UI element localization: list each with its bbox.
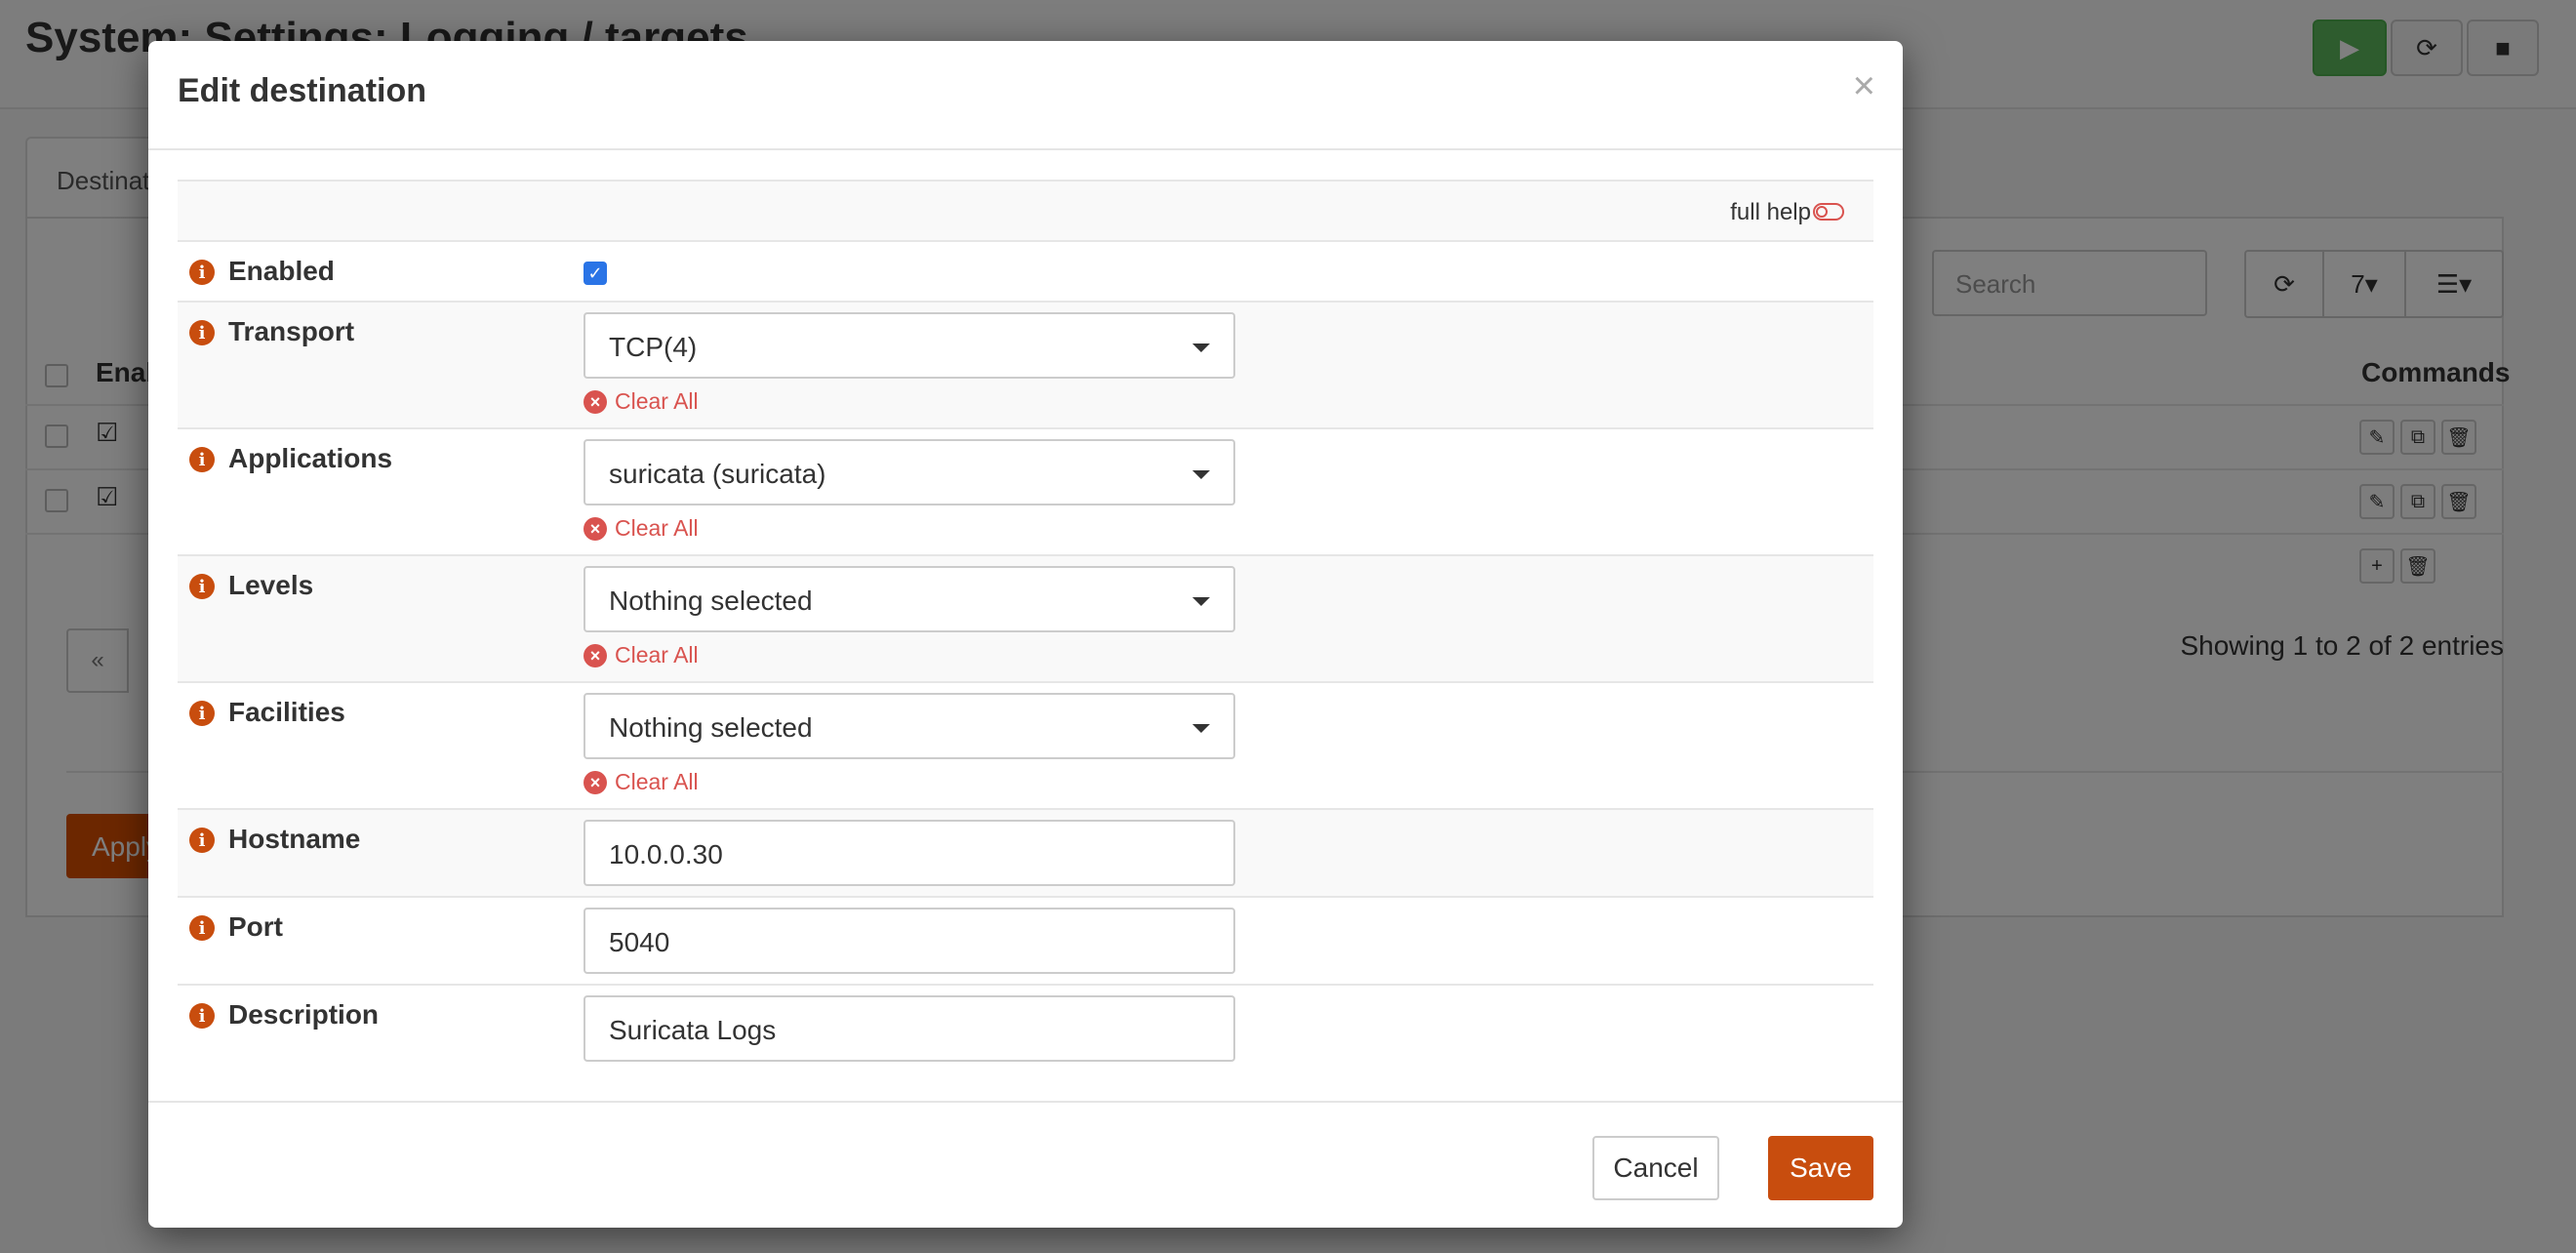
info-icon[interactable]: i — [189, 320, 215, 345]
full-help-toggle[interactable] — [1813, 203, 1844, 221]
info-icon[interactable]: i — [189, 260, 215, 285]
hostname-input[interactable]: 10.0.0.30 — [584, 820, 1235, 886]
description-input[interactable]: Suricata Logs — [584, 995, 1235, 1062]
modal-header: Edit destination × — [148, 41, 1903, 150]
caret-down-icon — [1192, 344, 1210, 352]
close-icon[interactable]: × — [1853, 66, 1875, 105]
field-row-port: i Port 5040 — [178, 898, 1873, 986]
applications-clear-all[interactable]: × Clear All — [584, 515, 699, 542]
times-circle-icon: × — [584, 770, 607, 794]
full-help-label: full help — [1730, 199, 1811, 225]
field-label: Facilities — [228, 697, 345, 727]
info-icon[interactable]: i — [189, 574, 215, 599]
levels-clear-all[interactable]: × Clear All — [584, 642, 699, 668]
facilities-select[interactable]: Nothing selected — [584, 693, 1235, 759]
caret-down-icon — [1192, 470, 1210, 479]
full-help-row: full help — [178, 180, 1873, 242]
field-label: Hostname — [228, 824, 361, 854]
field-label: Levels — [228, 570, 314, 600]
edit-destination-dialog: Edit destination × full help i Enabled ✓… — [148, 41, 1903, 1228]
info-icon[interactable]: i — [189, 828, 215, 853]
form-table: full help i Enabled ✓ i Transport TCP(4)… — [178, 180, 1873, 1073]
field-label: Description — [228, 999, 380, 1030]
field-label: Applications — [228, 443, 393, 473]
times-circle-icon: × — [584, 516, 607, 541]
field-row-description: i Description Suricata Logs — [178, 986, 1873, 1073]
facilities-clear-all[interactable]: × Clear All — [584, 769, 699, 795]
field-row-levels: i Levels Nothing selected × Clear All — [178, 556, 1873, 683]
field-row-facilities: i Facilities Nothing selected × Clear Al… — [178, 683, 1873, 810]
levels-select[interactable]: Nothing selected — [584, 566, 1235, 632]
port-input[interactable]: 5040 — [584, 908, 1235, 974]
caret-down-icon — [1192, 597, 1210, 606]
times-circle-icon: × — [584, 389, 607, 414]
modal-title: Edit destination — [178, 72, 426, 109]
times-circle-icon: × — [584, 643, 607, 667]
save-button[interactable]: Save — [1768, 1136, 1873, 1200]
transport-select[interactable]: TCP(4) — [584, 312, 1235, 379]
field-row-transport: i Transport TCP(4) × Clear All — [178, 303, 1873, 429]
info-icon[interactable]: i — [189, 1003, 215, 1029]
field-label: Enabled — [228, 256, 335, 286]
caret-down-icon — [1192, 724, 1210, 733]
info-icon[interactable]: i — [189, 915, 215, 941]
applications-select[interactable]: suricata (suricata) — [584, 439, 1235, 505]
enabled-checkbox[interactable]: ✓ — [584, 262, 607, 285]
transport-clear-all[interactable]: × Clear All — [584, 388, 699, 415]
field-label: Port — [228, 911, 283, 942]
field-label: Transport — [228, 316, 355, 346]
modal-footer: Cancel Save — [148, 1101, 1903, 1228]
field-row-enabled: i Enabled ✓ — [178, 242, 1873, 303]
cancel-button[interactable]: Cancel — [1592, 1136, 1719, 1200]
info-icon[interactable]: i — [189, 701, 215, 726]
field-row-applications: i Applications suricata (suricata) × Cle… — [178, 429, 1873, 556]
field-row-hostname: i Hostname 10.0.0.30 — [178, 810, 1873, 898]
info-icon[interactable]: i — [189, 447, 215, 472]
